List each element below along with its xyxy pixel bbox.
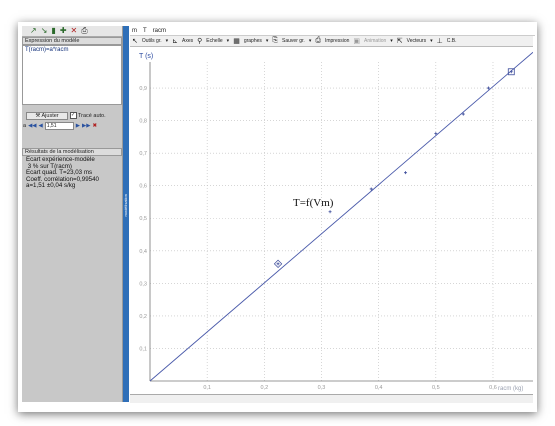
graph-panel: m T racm ↖ Outils gr. ▾ ⊾ Axes ⚲ Echelle… (130, 26, 535, 403)
graph-status-bar (130, 394, 533, 403)
y-tick-label: 0,8 (139, 119, 147, 125)
echelle-button[interactable]: Echelle (206, 38, 222, 44)
modeling-side-tab[interactable]: modélisation (123, 26, 129, 402)
data-point[interactable] (509, 70, 513, 74)
step-back-icon[interactable]: ◀ (39, 123, 43, 129)
dropdown-arrow-icon[interactable]: ▾ (227, 38, 230, 44)
model-expression-header: Expression du modèle (22, 37, 122, 45)
gridlines (150, 62, 533, 381)
x-tick-label: 0,5 (432, 385, 440, 391)
printer-icon: ⎙ (315, 37, 321, 44)
dropdown-arrow-icon[interactable]: ▾ (430, 38, 433, 44)
dropdown-arrow-icon[interactable]: ▾ (266, 38, 269, 44)
delete-model-icon[interactable]: ✕ (71, 27, 78, 35)
animation-button[interactable]: Animation (364, 38, 386, 44)
results-panel: Ecart expérience-modèle 3 % sur T(racm) … (22, 156, 122, 402)
y-tick-label: 0,5 (139, 216, 147, 222)
axes-icon: ⊾ (172, 38, 178, 45)
y-tick-label: 0,3 (139, 281, 147, 287)
y-axis-label: T (s) (139, 53, 153, 60)
parameter-name: a (23, 123, 27, 129)
step-back-fast-icon[interactable]: ◀◀ (28, 123, 36, 129)
x-tick-label: 0,3 (318, 385, 326, 391)
cb-button[interactable]: C.B. (447, 38, 457, 44)
auto-trace-checkbox[interactable]: ✓ Tracé auto. (70, 112, 106, 119)
save-icon: ⎘ (272, 37, 279, 44)
x-axis-label: racm (kg) (498, 386, 523, 392)
tool-draw-up-icon[interactable]: ↗ (30, 27, 37, 35)
model-expression-editor[interactable]: T(racm)=a*racm (22, 45, 122, 105)
x-tick-label: 0,2 (261, 385, 269, 391)
side-tab-label: modélisation (123, 194, 128, 217)
application-window: ↗ ↘ ▮ ✚ ✕ ⎙ Expression du modèle T(racm)… (18, 22, 537, 412)
parameter-row: a ◀◀ ◀ 1,51 ▶ ▶▶ ✖ (23, 122, 121, 130)
vectors-icon: ⇱ (396, 38, 403, 45)
y-tick-label: 0,4 (139, 249, 147, 255)
y-tick-label: 0,7 (139, 151, 147, 157)
adjust-button[interactable]: ⚒ Ajuster (26, 112, 68, 120)
menu-item-m[interactable]: m (132, 28, 137, 34)
y-tick-label: 0,2 (139, 314, 147, 320)
vecteurs-button[interactable]: Vecteurs (407, 38, 426, 44)
x-tick-labels: 0,1 0,2 0,3 0,4 0,5 0,6 (203, 385, 496, 391)
graphes-button[interactable]: graphes (244, 38, 262, 44)
y-tick-label: 0,9 (139, 86, 147, 92)
step-forward-fast-icon[interactable]: ▶▶ (82, 123, 90, 129)
checkbox-check-icon: ✓ (70, 112, 77, 119)
x-tick-label: 0,6 (489, 385, 497, 391)
result-line: a=1,51 ±0,04 s/kg (26, 182, 76, 190)
menu-item-t[interactable]: T (143, 28, 147, 34)
cursor-tool-icon[interactable]: ↖ (132, 37, 138, 45)
modeling-panel: ↗ ↘ ▮ ✚ ✕ ⎙ Expression du modèle T(racm)… (22, 26, 123, 402)
auto-trace-label: Tracé auto. (78, 112, 106, 119)
y-tick-label: 0,1 (139, 346, 147, 352)
graph-icon: ▦ (233, 38, 240, 45)
animation-icon: ▣ (353, 38, 361, 45)
data-point[interactable] (328, 210, 332, 214)
step-forward-icon[interactable]: ▶ (76, 123, 80, 129)
results-header: Résultats de la modélisation (22, 148, 122, 156)
x-tick-label: 0,4 (375, 385, 383, 391)
data-point[interactable] (404, 171, 408, 175)
graph-plot-area[interactable]: 0,1 0,2 0,3 0,4 0,5 0,6 0,1 0,2 0,3 0,4 0,5 0,6 0,7… (130, 48, 533, 394)
outils-button[interactable]: Outils gr. (142, 38, 162, 44)
modeling-toolbar: ↗ ↘ ▮ ✚ ✕ ⎙ (22, 26, 122, 37)
variable-menu: m T racm (130, 26, 535, 36)
axes-button[interactable]: Axes (182, 38, 193, 44)
dropdown-arrow-icon[interactable]: ▾ (166, 38, 169, 44)
dropdown-arrow-icon[interactable]: ▾ (390, 38, 393, 44)
x-tick-label: 0,1 (203, 385, 211, 391)
parameter-value-field[interactable]: 1,51 (44, 122, 74, 130)
sauver-button[interactable]: Sauver gr. (282, 38, 305, 44)
tool-draw-down-icon[interactable]: ↘ (41, 27, 48, 35)
dropdown-arrow-icon[interactable]: ▾ (309, 38, 312, 44)
graph-toolbar: ↖ Outils gr. ▾ ⊾ Axes ⚲ Echelle ▾ ▦ grap… (130, 36, 533, 47)
model-expression-text: T(racm)=a*racm (25, 47, 69, 53)
zoom-icon[interactable]: ⚲ (197, 37, 202, 45)
add-model-icon[interactable]: ✚ (60, 27, 67, 35)
chart-title: T=f(Vm) (293, 197, 334, 209)
cb-icon: ⊥ (436, 38, 443, 45)
reset-parameter-icon[interactable]: ✖ (92, 123, 97, 129)
menu-item-racm[interactable]: racm (153, 28, 166, 34)
y-tick-labels: 0,1 0,2 0,3 0,4 0,5 0,6 0,7 0,8 0,9 (139, 86, 147, 352)
y-tick-label: 0,6 (139, 184, 147, 190)
tool-bar-icon[interactable]: ▮ (51, 27, 55, 35)
data-points (273, 68, 515, 268)
impression-button[interactable]: Impression (325, 38, 349, 44)
data-point[interactable] (276, 262, 280, 266)
adjust-button-label: Ajuster (41, 113, 59, 119)
print-icon[interactable]: ⎙ (81, 27, 87, 35)
